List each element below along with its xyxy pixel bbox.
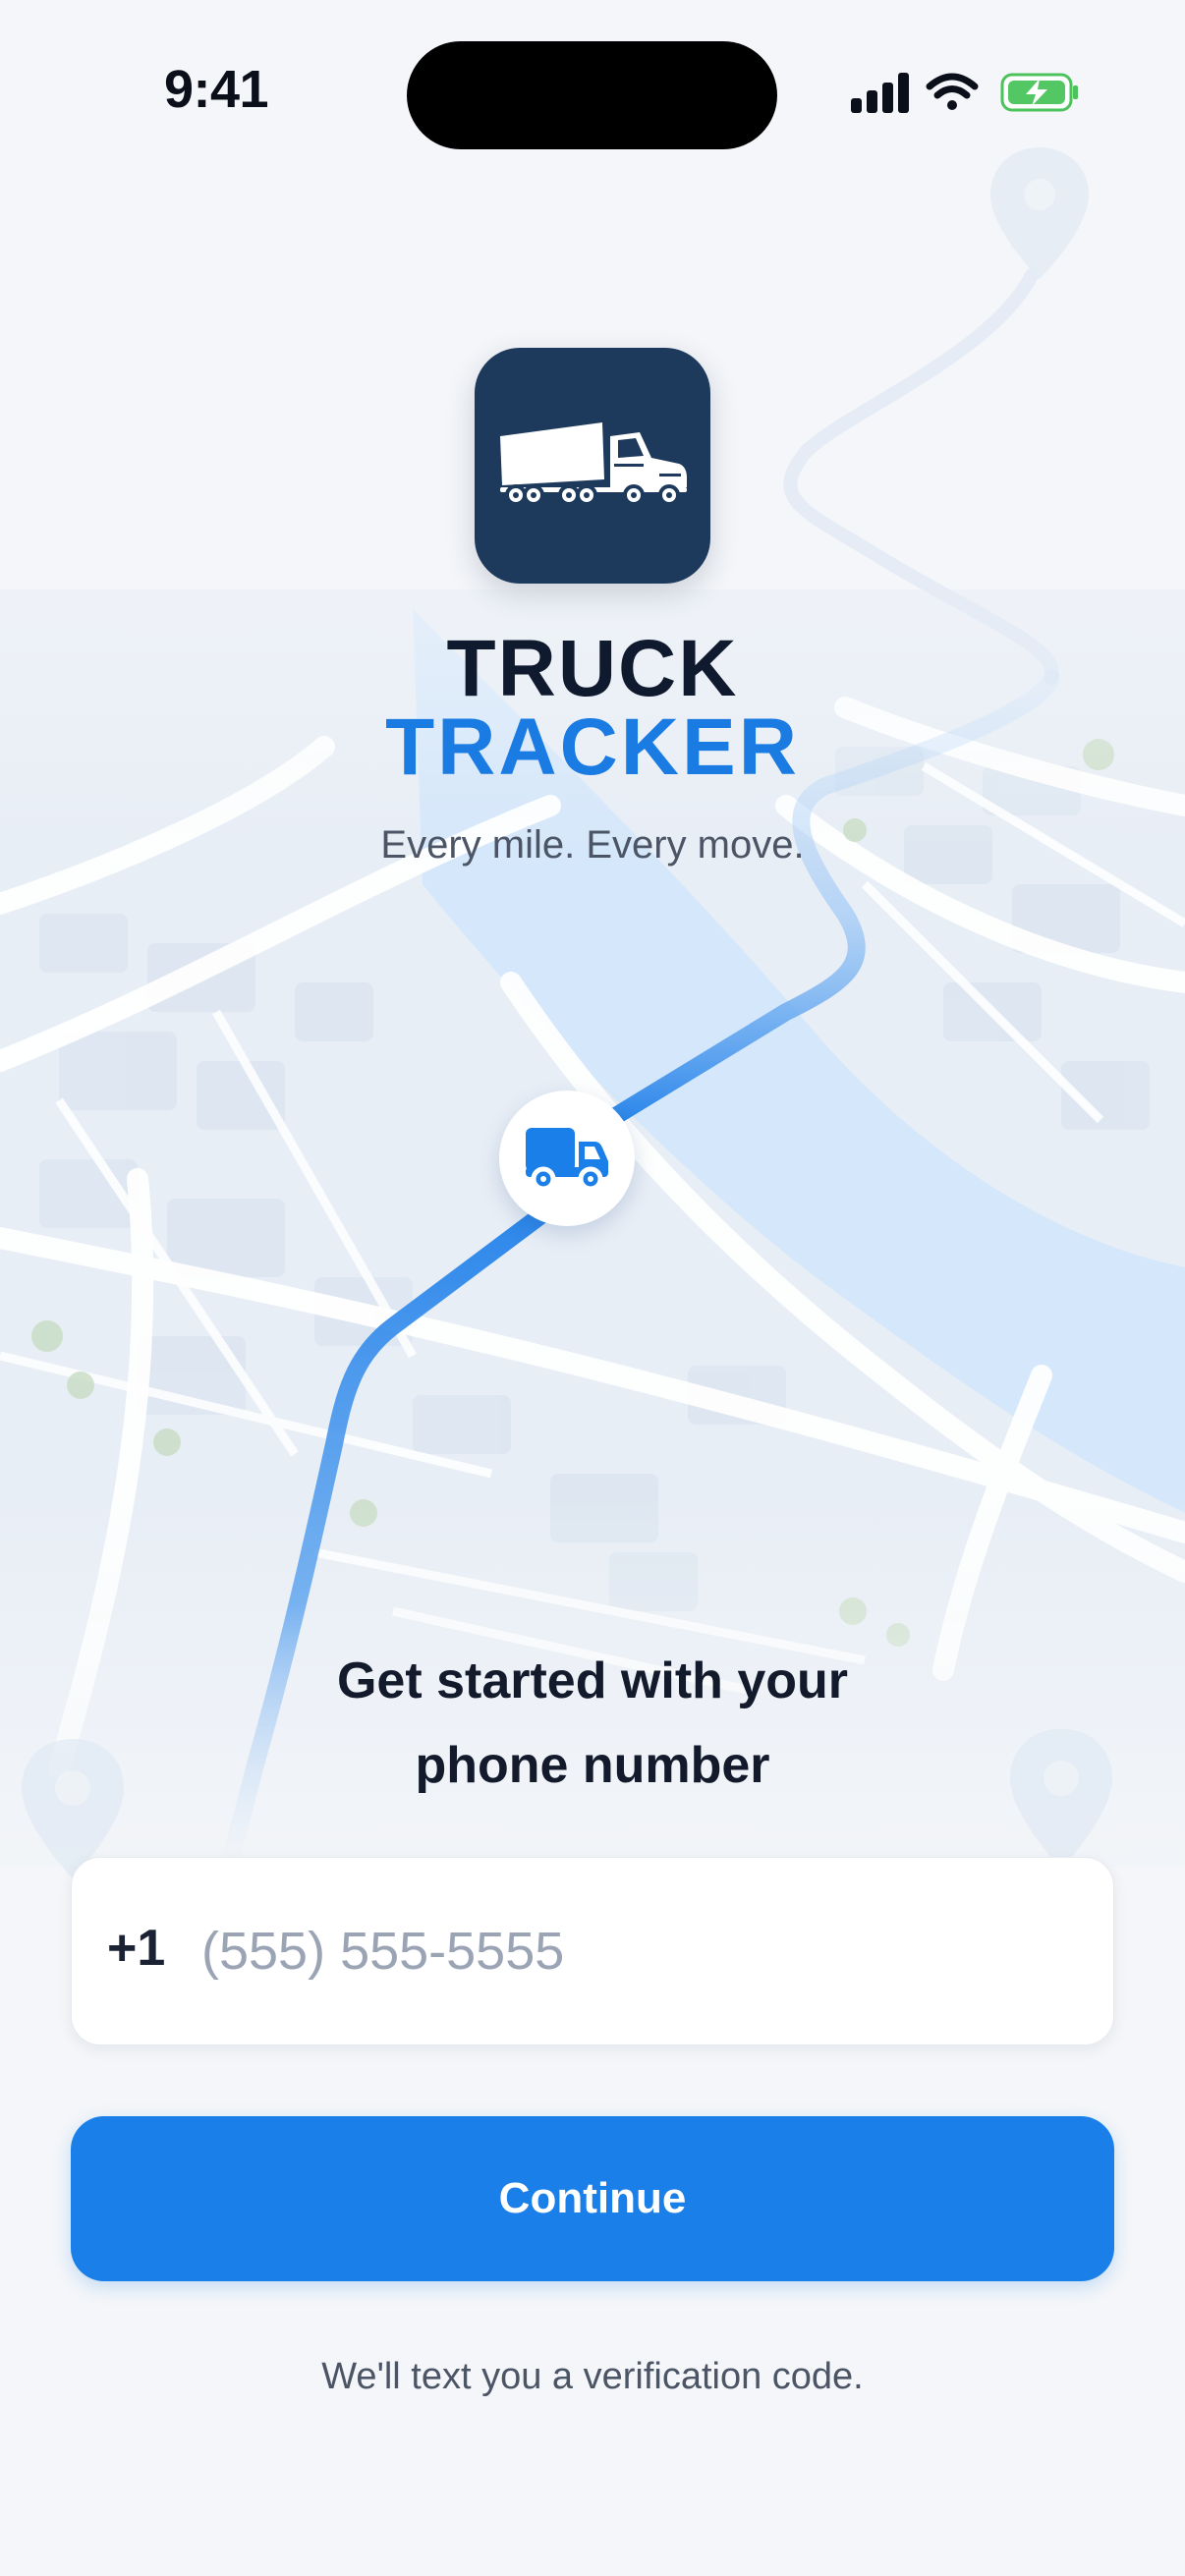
brand-title-line2: TRACKER: [385, 702, 800, 792]
cellular-signal-icon: [851, 73, 909, 113]
battery-charging-icon: [1000, 73, 1078, 112]
login-screen: 9:41 TRUCK TRACKER Every mile. Every mov…: [0, 0, 1185, 2576]
country-code[interactable]: +1: [107, 1919, 165, 1978]
app-logo: [475, 348, 710, 584]
signup-heading-line1: Get started with your: [336, 1652, 849, 1709]
delivery-truck-icon: [526, 1128, 608, 1192]
phone-field[interactable]: +1: [71, 1857, 1114, 2045]
verification-note: We'll text you a verification code.: [321, 2356, 864, 2397]
dynamic-island: [407, 41, 777, 149]
continue-button[interactable]: Continue: [71, 2116, 1114, 2281]
semi-truck-icon: [500, 422, 687, 506]
signup-heading: Get started with your phone number: [0, 1639, 1185, 1808]
status-icons: [851, 73, 1078, 113]
status-bar: 9:41: [0, 0, 1185, 187]
brand-tagline: Every mile. Every move.: [380, 823, 805, 867]
signup-heading-line2: phone number: [415, 1737, 770, 1794]
wifi-icon: [926, 73, 979, 110]
status-time: 9:41: [163, 60, 269, 119]
map-truck-marker: [499, 1091, 635, 1226]
phone-number-input[interactable]: [201, 1899, 1066, 2003]
brand-title-line1: TRUCK: [446, 624, 739, 713]
